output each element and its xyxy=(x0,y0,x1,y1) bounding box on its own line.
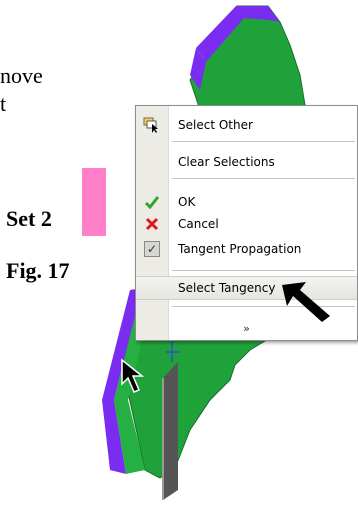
context-menu: Select Other Clear Selections OK Cancel … xyxy=(135,105,358,341)
red-x-icon xyxy=(142,214,162,234)
menu-separator xyxy=(172,178,355,179)
menu-item-cancel[interactable]: Cancel xyxy=(136,213,357,235)
select-other-icon xyxy=(142,115,162,135)
menu-expand-chevron-icon[interactable]: » xyxy=(136,320,357,338)
menu-item-label: OK xyxy=(178,195,196,209)
menu-item-label: Tangent Propagation xyxy=(178,242,302,256)
color-swatch xyxy=(82,168,106,236)
menu-item-label: Cancel xyxy=(178,217,219,231)
menu-item-ok[interactable]: OK xyxy=(136,191,357,213)
menu-separator xyxy=(172,306,355,307)
menu-item-label: Select Other xyxy=(178,118,253,132)
model-rib[interactable] xyxy=(163,362,178,500)
menu-item-label: Select Tangency xyxy=(178,281,276,295)
figure-label: Fig. 17 xyxy=(6,258,70,283)
menu-item-select-tangency[interactable]: Select Tangency xyxy=(136,276,357,300)
menu-item-tangent-propagation[interactable]: ✓ Tangent Propagation xyxy=(136,238,357,260)
menu-separator xyxy=(172,141,355,142)
menu-item-clear-selections[interactable]: Clear Selections xyxy=(136,151,357,173)
set-label: Set 2 xyxy=(6,206,52,231)
green-check-icon xyxy=(142,192,162,212)
menu-item-label: Clear Selections xyxy=(178,155,275,169)
checkbox-checked-icon[interactable]: ✓ xyxy=(142,239,162,259)
menu-separator xyxy=(172,270,355,271)
menu-item-select-other[interactable]: Select Other xyxy=(136,114,357,136)
